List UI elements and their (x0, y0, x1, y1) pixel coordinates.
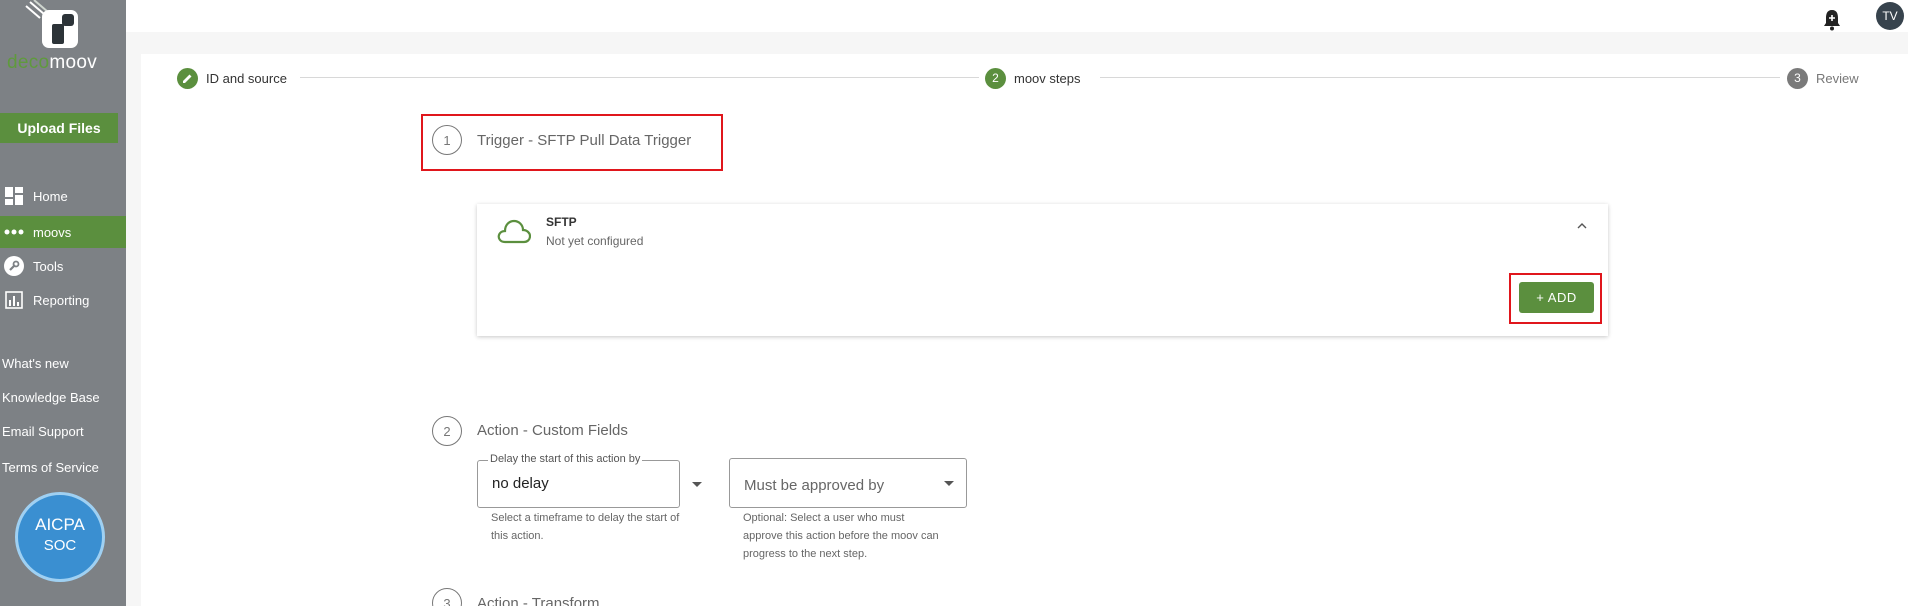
bar-chart-icon (3, 290, 25, 310)
sidebar-item-home[interactable]: Home (0, 180, 126, 212)
dots-icon (3, 222, 25, 242)
step-id-and-source[interactable]: ID and source (171, 66, 293, 90)
approver-placeholder: Must be approved by (744, 477, 885, 494)
sidebar-item-label: Tools (33, 258, 64, 274)
step-review[interactable]: 3 Review (1781, 66, 1865, 90)
custom-fields-title[interactable]: Action - Custom Fields (477, 422, 628, 439)
knowledge-base-link[interactable]: Knowledge Base (2, 390, 100, 405)
step-moov-steps[interactable]: 2 moov steps (979, 66, 1087, 90)
upload-files-button[interactable]: Upload Files (0, 113, 118, 143)
trigger-title[interactable]: Trigger - SFTP Pull Data Trigger (477, 132, 691, 149)
section-index: 1 (432, 125, 462, 155)
chevron-down-icon (944, 481, 954, 486)
cloud-icon (497, 218, 532, 244)
pencil-icon (177, 67, 198, 89)
sidebar-item-label: Home (33, 188, 68, 204)
step-label: Review (1816, 70, 1859, 86)
logo-wordmark: decomoov (7, 52, 97, 74)
step-label: moov steps (1014, 70, 1081, 86)
stepper-connector (1100, 77, 1780, 78)
wrench-icon (3, 256, 25, 276)
sidebar-item-tools[interactable]: Tools (0, 250, 126, 282)
sftp-title: SFTP (546, 215, 577, 229)
sidebar-item-label: Reporting (33, 292, 90, 308)
delay-helper: Select a timeframe to delay the start of… (491, 512, 680, 542)
decomoov-logo[interactable]: decomoov (0, 0, 126, 78)
sidebar-item-label: moovs (33, 224, 72, 240)
step-label: ID and source (206, 70, 287, 86)
transform-title[interactable]: Action - Transform (477, 595, 600, 606)
sftp-status: Not yet configured (546, 234, 644, 248)
whats-new-link[interactable]: What's new (2, 356, 69, 371)
chevron-up-icon[interactable] (1577, 219, 1587, 233)
sidebar-item-reporting[interactable]: Reporting (0, 284, 126, 316)
logo-wordmark-deco: deco (7, 52, 50, 73)
step-index: 3 (1787, 67, 1808, 89)
top-bar (126, 0, 1908, 32)
terms-of-service-link[interactable]: Terms of Service (2, 460, 99, 475)
email-support-link[interactable]: Email Support (2, 424, 84, 439)
delay-select[interactable]: Delay the start of this action by no del… (477, 453, 702, 508)
sftp-card: SFTP Not yet configured (477, 204, 1608, 336)
delay-legend: Delay the start of this action by (488, 453, 643, 465)
step-index: 2 (985, 67, 1006, 89)
badge-line1: AICPA (35, 515, 85, 534)
add-button[interactable]: + ADD (1519, 282, 1594, 313)
sidebar-item-moovs[interactable]: moovs (0, 216, 126, 248)
aicpa-soc-badge: AICPA SOC (15, 492, 105, 582)
logo-wordmark-moov: moov (49, 52, 98, 73)
avatar[interactable]: TV (1876, 2, 1904, 30)
logo-mark-icon (25, 0, 78, 48)
sidebar: decomoov Upload Files Home moovs Tools R… (0, 0, 126, 606)
badge-line2: SOC (43, 537, 77, 554)
approver-helper: Optional: Select a user who must approve… (743, 512, 939, 560)
dashboard-icon (3, 186, 25, 206)
approver-select[interactable]: Must be approved by (729, 458, 967, 508)
delay-value: no delay (492, 475, 549, 492)
stepper-connector (300, 77, 982, 78)
chevron-down-icon (692, 482, 702, 487)
bell-plus-icon[interactable] (1822, 9, 1842, 31)
section-index: 2 (432, 416, 462, 446)
